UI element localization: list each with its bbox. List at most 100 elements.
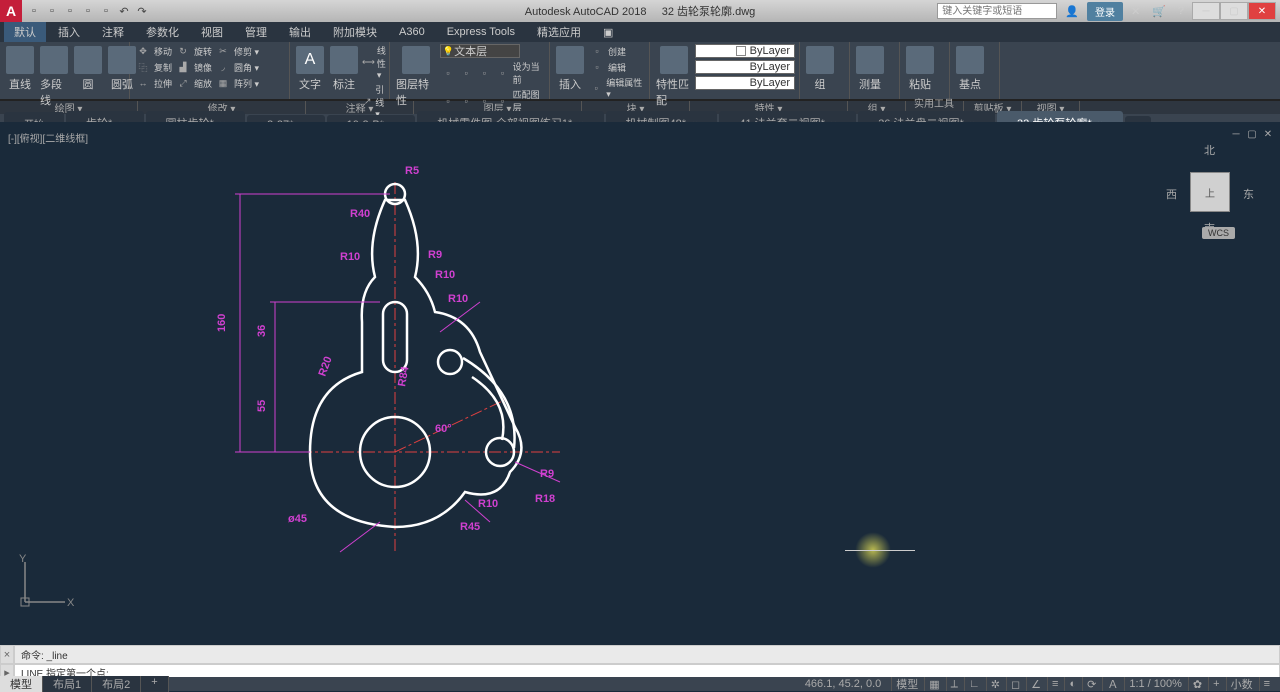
dim-r20: R20 <box>317 355 335 378</box>
units-label[interactable]: 小数 <box>1226 677 1257 691</box>
copy-button[interactable]: ⿻ <box>134 60 152 74</box>
layout-tab-add[interactable]: + <box>141 676 168 692</box>
tab-annotate[interactable]: 注释 <box>92 22 134 42</box>
infocenter-icon[interactable]: 👤 <box>1061 5 1083 18</box>
scale-label: 缩放 <box>194 77 212 90</box>
cmd-toggle-icon[interactable]: × <box>0 645 14 664</box>
snap-icon[interactable]: ⟂ <box>946 677 962 691</box>
copy-label: 复制 <box>154 61 172 74</box>
viewcube-top-face[interactable]: 上 <box>1190 172 1230 212</box>
trim-label: 修剪 ▾ <box>234 45 259 58</box>
wcs-badge[interactable]: WCS <box>1202 227 1235 239</box>
qat-undo-icon[interactable]: ↶ <box>116 3 132 19</box>
qat-save-icon[interactable]: ▫ <box>62 3 78 19</box>
plus-icon[interactable]: + <box>1208 677 1223 691</box>
ortho-icon[interactable]: ∟ <box>964 677 984 691</box>
tab-view[interactable]: 视图 <box>191 22 233 42</box>
layer-btn3[interactable]: ▫ <box>476 66 492 80</box>
dim-36: 36 <box>256 325 268 337</box>
help-icon[interactable]: ? <box>1174 5 1188 17</box>
otrack-icon[interactable]: ∠ <box>1026 677 1045 691</box>
mirror-button[interactable]: ▟ <box>174 60 192 74</box>
maximize-button[interactable]: ▢ <box>1220 2 1248 20</box>
close-button[interactable]: ✕ <box>1248 2 1276 20</box>
app-name: Autodesk AutoCAD 2018 <box>525 6 647 18</box>
search-input[interactable] <box>937 3 1057 19</box>
tab-insert[interactable]: 插入 <box>48 22 90 42</box>
tab-a360[interactable]: A360 <box>389 24 435 40</box>
measure-button[interactable]: 测量 <box>854 44 886 94</box>
text-button[interactable]: A文字 <box>294 44 326 94</box>
zoom-level[interactable]: 1:1 / 100% <box>1124 677 1186 691</box>
linetype-combo[interactable]: ByLayer <box>695 76 795 90</box>
stretch-button[interactable]: ↔ <box>134 76 152 90</box>
rotate-button[interactable]: ↻ <box>174 44 192 58</box>
layer-combo[interactable]: 💡 文本层 <box>440 44 520 58</box>
tab-addins[interactable]: 附加模块 <box>323 22 387 42</box>
tab-featured[interactable]: 精选应用 <box>527 22 591 42</box>
tab-manage[interactable]: 管理 <box>235 22 277 42</box>
layout-tab-2[interactable]: 布局2 <box>92 676 141 692</box>
layer-btn1[interactable]: ▫ <box>440 66 456 80</box>
edit-block-button[interactable]: ▫编辑 <box>588 60 645 74</box>
app-menu-icon[interactable]: A <box>0 0 22 22</box>
vc-north[interactable]: 北 <box>1204 142 1215 158</box>
minimize-button[interactable]: ─ <box>1192 2 1220 20</box>
customize-icon[interactable]: ≡ <box>1259 677 1274 691</box>
paste-button[interactable]: 粘贴 <box>904 44 936 94</box>
coordinates: 466.1, 45.2, 0.0 <box>797 678 889 690</box>
linear-dim-button[interactable]: ⟷线性 ▾ <box>362 44 391 81</box>
create-block-button[interactable]: ▫创建 <box>588 44 645 58</box>
tab-default[interactable]: 默认 <box>4 22 46 42</box>
layer-btn2[interactable]: ▫ <box>458 66 474 80</box>
lineweight-combo[interactable]: ByLayer <box>695 60 795 74</box>
qat-saveas-icon[interactable]: ▫ <box>80 3 96 19</box>
layer-btn4[interactable]: ▫ <box>494 66 510 80</box>
vc-east[interactable]: 东 <box>1243 186 1254 202</box>
cycling-icon[interactable]: ⟳ <box>1082 677 1100 691</box>
panel-annot-title[interactable]: 注释 ▾ <box>306 101 414 114</box>
vc-west[interactable]: 西 <box>1166 186 1177 202</box>
vp-close-icon[interactable]: ✕ <box>1262 128 1274 140</box>
vp-maximize-icon[interactable]: ▢ <box>1246 128 1258 140</box>
dimension-button[interactable]: 标注 <box>328 44 360 94</box>
basepoint-button[interactable]: 基点 <box>954 44 986 94</box>
model-space-button[interactable]: 模型 <box>891 677 922 691</box>
group-button[interactable]: 组 <box>804 44 836 94</box>
login-button[interactable]: 登录 <box>1087 2 1123 21</box>
circle-button[interactable]: 圆 <box>72 44 104 94</box>
tab-parametric[interactable]: 参数化 <box>136 22 189 42</box>
anno-icon[interactable]: Ａ <box>1102 677 1122 691</box>
viewport-label[interactable]: [-][俯视][二维线框] <box>8 130 88 145</box>
exchange-icon[interactable]: ✕ <box>1127 5 1144 18</box>
line-button[interactable]: 直线 <box>4 44 36 94</box>
qat-open-icon[interactable]: ▫ <box>44 3 60 19</box>
osnap-icon[interactable]: ◻ <box>1006 677 1024 691</box>
array-button[interactable]: ▦ <box>214 76 232 90</box>
trim-button[interactable]: ✂ <box>214 44 232 58</box>
color-combo[interactable]: ByLayer <box>695 44 795 58</box>
qat-new-icon[interactable]: ▫ <box>26 3 42 19</box>
transparency-icon[interactable]: ◐ <box>1064 677 1080 691</box>
scale-button[interactable]: ⤢ <box>174 76 192 90</box>
move-button[interactable]: ✥ <box>134 44 152 58</box>
grid-icon[interactable]: ▦ <box>924 677 943 691</box>
layout-tab-1[interactable]: 布局1 <box>43 676 92 692</box>
fillet-button[interactable]: ◞ <box>214 60 232 74</box>
vp-minimize-icon[interactable]: ─ <box>1230 128 1242 140</box>
polar-icon[interactable]: ✲ <box>986 677 1004 691</box>
qat-print-icon[interactable]: ▫ <box>98 3 114 19</box>
tab-express[interactable]: Express Tools <box>437 24 525 40</box>
lweight-icon[interactable]: ≡ <box>1047 677 1062 691</box>
edit-attr-button[interactable]: ▫编辑属性 ▾ <box>588 76 645 100</box>
qat-redo-icon[interactable]: ↷ <box>134 3 150 19</box>
gear-icon[interactable]: ✿ <box>1188 677 1206 691</box>
tab-focus-icon[interactable]: ▣ <box>593 24 623 41</box>
drawing-area[interactable]: [-][俯视][二维线框] ─ ▢ ✕ 北 西 东 南 上 WCS <box>0 122 1280 645</box>
cart-icon[interactable]: 🛒 <box>1148 5 1170 18</box>
insert-block-button[interactable]: 插入 <box>554 44 586 94</box>
layout-tab-model[interactable]: 模型 <box>0 676 43 692</box>
tab-output[interactable]: 输出 <box>279 22 321 42</box>
dim-r10b: R10 <box>435 269 455 281</box>
doc-name: 32 齿轮泵轮廓.dwg <box>662 6 756 18</box>
